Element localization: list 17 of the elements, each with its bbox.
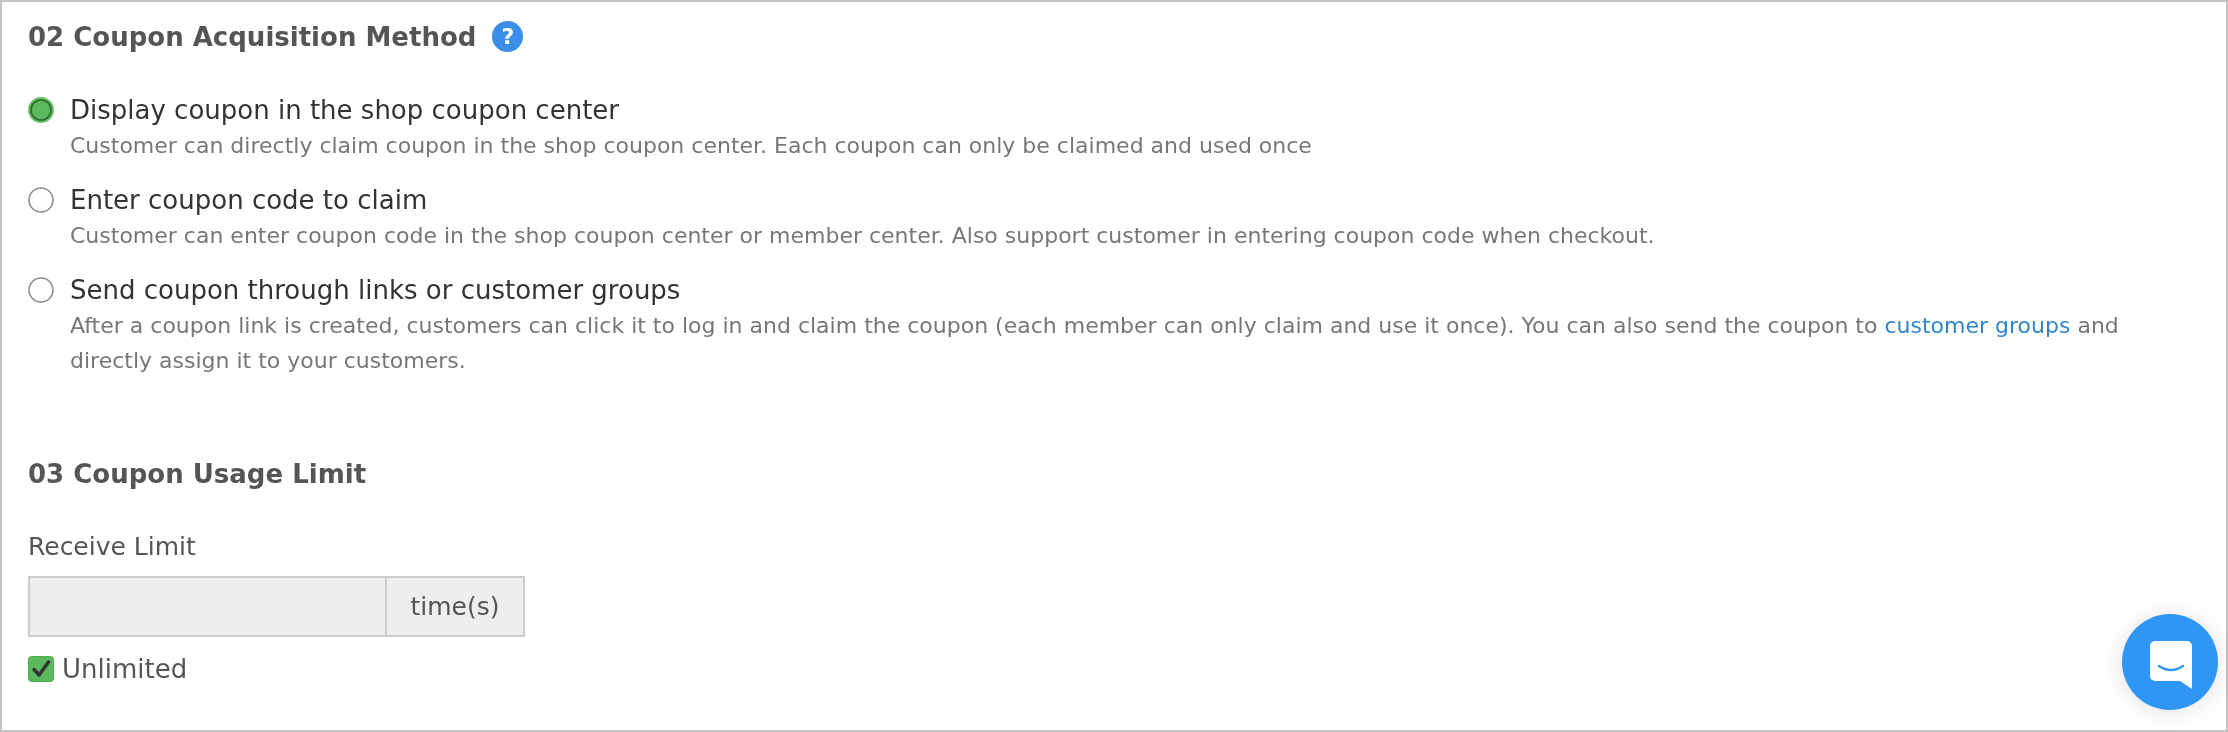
- option-label[interactable]: Enter coupon code to claim: [70, 183, 428, 218]
- radio-button[interactable]: [28, 187, 54, 213]
- option-description: Customer can enter coupon code in the shop coupon center or member center. Also support customer in entering coupon code when checkout.: [70, 222, 1655, 250]
- checkbox-label[interactable]: Unlimited: [62, 654, 188, 684]
- customer-groups-link[interactable]: customer groups: [1884, 313, 2071, 338]
- chat-icon: [2150, 641, 2192, 689]
- option-label[interactable]: Display coupon in the shop coupon center: [70, 93, 620, 128]
- section-title: 02 Coupon Acquisition Method: [28, 21, 477, 52]
- section-title: 03 Coupon Usage Limit: [28, 459, 367, 489]
- radio-button[interactable]: [28, 97, 54, 123]
- field-label: Receive Limit: [28, 531, 196, 563]
- option-description: After a coupon link is created, customers can click it to log in and claim the coupon (each member can only claim and use it once). You can also send the coupon to customer groups and directly assign it to your customers.: [70, 312, 2120, 375]
- checkbox[interactable]: [28, 656, 54, 682]
- option-label[interactable]: Send coupon through links or customer groups: [70, 273, 681, 308]
- option-description: Customer can directly claim coupon in the shop coupon center. Each coupon can only be claimed and used once: [70, 132, 1312, 160]
- unit-label: time(s): [385, 576, 525, 637]
- radio-button[interactable]: [28, 277, 54, 303]
